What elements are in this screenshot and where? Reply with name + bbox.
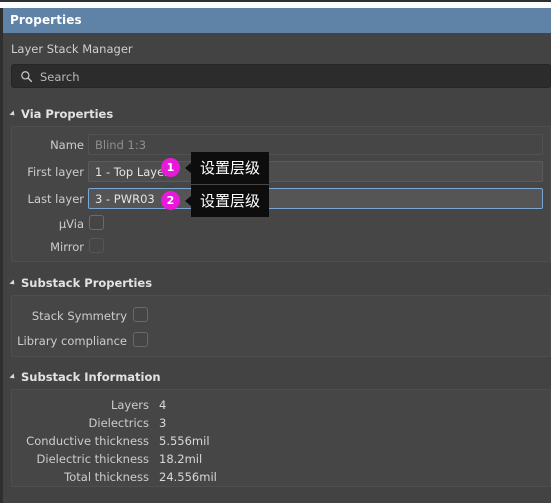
- info-value-dielectrics: 3: [159, 416, 167, 430]
- stack-symmetry-checkbox[interactable]: [133, 307, 148, 322]
- info-label-dielectric-thickness: Dielectric thickness: [36, 452, 149, 466]
- annotation-badge-2: 2: [161, 191, 180, 210]
- annotation-badge-1: 1: [161, 158, 180, 177]
- section-header-substack-information[interactable]: Substack Information: [9, 370, 161, 384]
- substack-information-card: Layers 4 Dielectrics 3 Conductive thickn…: [11, 389, 551, 487]
- field-label-library-compliance: Library compliance: [17, 334, 127, 348]
- properties-panel: Properties Layer Stack Manager Search Vi…: [0, 0, 551, 503]
- substack-properties-card: Stack Symmetry Library compliance: [11, 295, 551, 357]
- panel-titlebar[interactable]: Properties: [0, 8, 551, 33]
- info-value-dielectric-thickness: 18.2mil: [159, 452, 203, 466]
- info-value-total-thickness: 24.556mil: [159, 470, 217, 484]
- section-title-substack-information: Substack Information: [21, 370, 161, 384]
- field-label-stack-symmetry: Stack Symmetry: [31, 309, 127, 323]
- first-layer-field[interactable]: 1 - Top Layer: [88, 161, 543, 182]
- uvia-checkbox[interactable]: [89, 215, 104, 230]
- panel-title: Properties: [10, 13, 82, 27]
- name-field[interactable]: Blind 1:3: [88, 134, 543, 155]
- info-value-layers: 4: [159, 398, 167, 412]
- mirror-checkbox[interactable]: [89, 238, 104, 253]
- chevron-down-icon: [9, 373, 17, 381]
- section-header-substack-properties[interactable]: Substack Properties: [9, 276, 153, 290]
- field-label-first-layer: First layer: [27, 165, 84, 179]
- chevron-down-icon: [9, 279, 17, 287]
- search-placeholder: Search: [40, 70, 80, 84]
- search-icon: [21, 71, 33, 83]
- section-header-via-properties[interactable]: Via Properties: [9, 107, 114, 121]
- annotation-tooltip-1: 设置层级: [184, 152, 270, 184]
- section-title-substack-properties: Substack Properties: [21, 276, 153, 290]
- last-layer-field[interactable]: 3 - PWR03: [88, 188, 543, 209]
- via-properties-card: Name Blind 1:3 First layer 1 - Top Layer…: [11, 126, 551, 262]
- annotation-tooltip-2: 设置层级: [184, 185, 270, 217]
- section-title-via-properties: Via Properties: [21, 107, 114, 121]
- info-label-layers: Layers: [110, 398, 149, 412]
- info-value-conductive-thickness: 5.556mil: [159, 434, 210, 448]
- info-label-conductive-thickness: Conductive thickness: [26, 434, 149, 448]
- chevron-down-icon: [9, 110, 17, 118]
- search-input[interactable]: Search: [11, 64, 551, 88]
- field-label-last-layer: Last layer: [27, 192, 84, 206]
- field-label-uvia: µVia: [58, 217, 84, 231]
- info-label-total-thickness: Total thickness: [64, 470, 149, 484]
- field-label-name: Name: [50, 138, 84, 152]
- panel-subtitle: Layer Stack Manager: [11, 42, 133, 56]
- panel-content: Layer Stack Manager Search Via Propertie…: [0, 33, 551, 503]
- library-compliance-checkbox[interactable]: [133, 332, 148, 347]
- info-label-dielectrics: Dielectrics: [88, 416, 149, 430]
- field-label-mirror: Mirror: [50, 240, 84, 254]
- titlebar-left-edge: [0, 8, 3, 33]
